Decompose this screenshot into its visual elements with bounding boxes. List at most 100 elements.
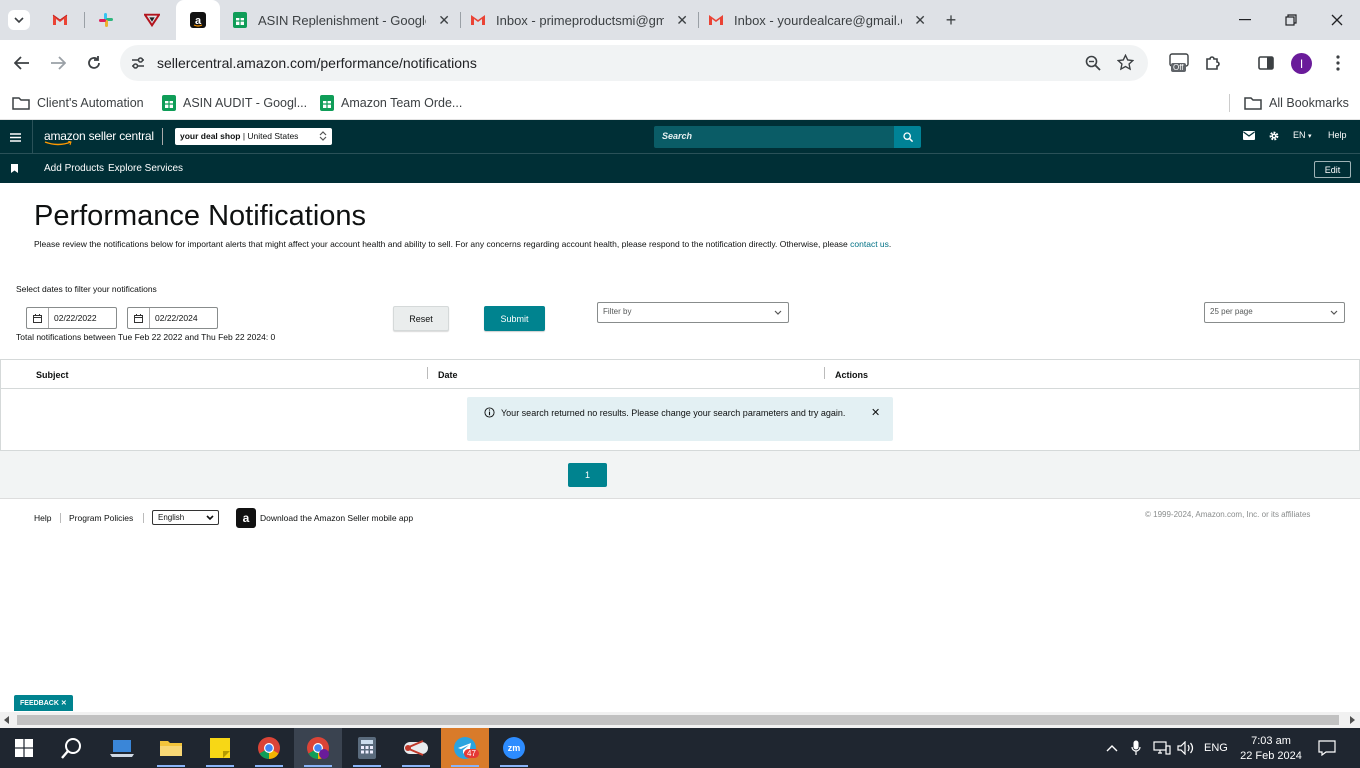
- horizontal-scrollbar[interactable]: [0, 712, 1360, 728]
- extension-off-icon[interactable]: Off: [1168, 52, 1192, 76]
- page-1-button[interactable]: 1: [568, 463, 607, 487]
- date-from-field[interactable]: 02/22/2022: [26, 307, 117, 329]
- tab-inbox-yourdealcare[interactable]: Inbox - yourdealcare@gmail.co ✕: [698, 0, 936, 40]
- tab-search-chevron-icon[interactable]: [8, 10, 30, 30]
- per-page-select[interactable]: 25 per page: [1204, 302, 1345, 323]
- notifications-icon[interactable]: [1318, 728, 1336, 768]
- reload-icon[interactable]: [82, 52, 106, 74]
- reset-button[interactable]: Reset: [393, 306, 449, 331]
- filter-by-select[interactable]: Filter by: [597, 302, 789, 323]
- gmail-icon: [470, 12, 486, 28]
- pinned-tab-amazon[interactable]: a: [176, 0, 220, 40]
- calendar-icon[interactable]: [128, 308, 150, 328]
- bookmark-icon[interactable]: [11, 164, 18, 173]
- show-hidden-icons[interactable]: [1106, 728, 1118, 768]
- taskbar-file-explorer-laptop[interactable]: [98, 728, 146, 768]
- settings-gear-icon[interactable]: [1268, 130, 1280, 142]
- bookmarks-bar: Client's Automation ASIN AUDIT - Googl..…: [0, 86, 1360, 120]
- hamburger-menu-icon[interactable]: [8, 130, 22, 144]
- column-header-actions: Actions: [835, 370, 869, 380]
- network-icon[interactable]: [1153, 728, 1171, 768]
- google-sheets-icon: [162, 95, 176, 111]
- column-header-date[interactable]: Date: [438, 370, 458, 380]
- pinned-tab-vpn[interactable]: [130, 0, 174, 40]
- minimize-icon[interactable]: [1222, 10, 1268, 30]
- profile-avatar[interactable]: I: [1291, 53, 1312, 74]
- filter-label: Select dates to filter your notification…: [16, 284, 157, 294]
- copyright: © 1999-2024, Amazon.com, Inc. or its aff…: [1145, 510, 1311, 519]
- nav-add-products[interactable]: Add Products: [44, 163, 104, 174]
- extensions-puzzle-icon[interactable]: [1202, 52, 1224, 74]
- forward-icon[interactable]: [46, 52, 70, 74]
- dismiss-alert-icon[interactable]: ✕: [871, 406, 880, 419]
- all-bookmarks[interactable]: All Bookmarks: [1244, 92, 1349, 114]
- scrollbar-thumb[interactable]: [17, 715, 1339, 725]
- calendar-icon[interactable]: [27, 308, 49, 328]
- taskbar-chrome-1[interactable]: [245, 728, 293, 768]
- bookmark-clients-automation[interactable]: Client's Automation: [12, 92, 144, 114]
- input-language[interactable]: ENG: [1204, 728, 1228, 768]
- date-to-field[interactable]: 02/22/2024: [127, 307, 218, 329]
- scroll-left-icon[interactable]: [4, 716, 9, 724]
- bookmark-amazon-team[interactable]: Amazon Team Orde...: [320, 92, 462, 114]
- taskbar-zoom[interactable]: zm: [490, 728, 538, 768]
- taskbar-snipping-tool[interactable]: [392, 728, 440, 768]
- help-link[interactable]: Help: [1328, 130, 1347, 140]
- page-title: Performance Notifications: [34, 200, 367, 232]
- store-switcher[interactable]: your deal shop | United States: [175, 128, 332, 145]
- program-policies-link[interactable]: Program Policies: [69, 513, 133, 523]
- triangle-logo-icon: [144, 12, 160, 28]
- footer-help-link[interactable]: Help: [34, 513, 51, 523]
- site-settings-icon[interactable]: [130, 55, 146, 71]
- taskbar-calculator[interactable]: [343, 728, 391, 768]
- volume-icon[interactable]: [1177, 728, 1195, 768]
- folder-icon: [1244, 96, 1262, 110]
- close-window-icon[interactable]: [1314, 10, 1360, 30]
- amazon-seller-central-logo[interactable]: amazon seller central: [44, 129, 154, 146]
- search-button[interactable]: [894, 126, 921, 148]
- taskbar-file-explorer[interactable]: [147, 728, 195, 768]
- tab-inbox-primeproducts[interactable]: Inbox - primeproductsmi@gma ✕: [460, 0, 698, 40]
- zoom-icon[interactable]: [1085, 55, 1101, 71]
- column-header-subject[interactable]: Subject: [36, 370, 69, 380]
- bookmark-asin-audit[interactable]: ASIN AUDIT - Googl...: [162, 92, 307, 114]
- close-tab-icon[interactable]: ✕: [438, 12, 450, 29]
- tab-asin-replenishment[interactable]: ASIN Replenishment - Google S ✕: [222, 0, 460, 40]
- search-input[interactable]: Search: [654, 126, 894, 148]
- side-panel-icon[interactable]: [1255, 52, 1277, 74]
- browser-menu-icon[interactable]: [1328, 52, 1348, 74]
- restore-icon[interactable]: [1268, 10, 1314, 30]
- nav-explore-services[interactable]: Explore Services: [108, 163, 183, 174]
- address-bar[interactable]: sellercentral.amazon.com/performance/not…: [120, 45, 1148, 81]
- extension-badge: Off: [1171, 63, 1186, 72]
- amazon-app-icon[interactable]: a: [236, 508, 256, 528]
- edit-nav-button[interactable]: Edit: [1314, 161, 1351, 178]
- close-tab-icon[interactable]: ✕: [676, 12, 688, 29]
- new-tab-icon[interactable]: +: [940, 10, 962, 30]
- back-icon[interactable]: [10, 52, 34, 74]
- windows-icon: [15, 739, 33, 757]
- taskbar-telegram[interactable]: 47: [441, 728, 489, 768]
- taskbar-search[interactable]: [48, 728, 96, 768]
- close-tab-icon[interactable]: ✕: [914, 12, 926, 29]
- taskbar-sticky-notes[interactable]: [196, 728, 244, 768]
- contact-us-link[interactable]: contact us: [850, 239, 889, 249]
- download-app-link[interactable]: Download the Amazon Seller mobile app: [260, 513, 413, 523]
- pinned-tab-gmail[interactable]: [38, 0, 82, 40]
- bookmark-star-icon[interactable]: [1117, 54, 1134, 71]
- scroll-right-icon[interactable]: [1350, 716, 1355, 724]
- language-selector[interactable]: EN ▾: [1293, 130, 1312, 140]
- microphone-icon[interactable]: [1131, 728, 1141, 768]
- submit-button[interactable]: Submit: [484, 306, 545, 331]
- feedback-button[interactable]: FEEDBACK ✕: [14, 695, 73, 711]
- taskbar-chrome-2[interactable]: [294, 728, 342, 768]
- url-text: sellercentral.amazon.com/performance/not…: [157, 55, 477, 71]
- footer-language-select[interactable]: English: [152, 510, 219, 525]
- bookmark-label: Amazon Team Orde...: [341, 96, 463, 110]
- clock[interactable]: 7:03 am 22 Feb 2024: [1240, 728, 1302, 768]
- mail-icon[interactable]: [1243, 131, 1255, 140]
- pinned-tab-slack[interactable]: [84, 0, 128, 40]
- close-feedback-icon[interactable]: ✕: [61, 699, 67, 707]
- chevron-down-icon: [206, 515, 214, 521]
- start-button[interactable]: [0, 728, 48, 768]
